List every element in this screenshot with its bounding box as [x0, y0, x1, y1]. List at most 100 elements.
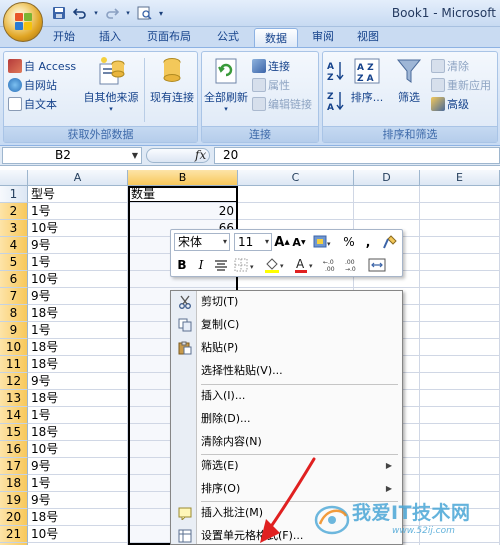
- refresh-all-button[interactable]: 全部刷新 ▾: [202, 56, 250, 113]
- office-button[interactable]: [3, 2, 43, 42]
- row-header[interactable]: 1: [0, 186, 28, 203]
- format-painter-icon[interactable]: [381, 233, 399, 251]
- cell-a-8[interactable]: 18号: [28, 305, 128, 322]
- row-header[interactable]: 19: [0, 492, 28, 509]
- cell-e-14[interactable]: [420, 407, 500, 424]
- row-header[interactable]: 15: [0, 424, 28, 441]
- fill-color-icon[interactable]: ▾: [263, 256, 289, 274]
- cell-a-15[interactable]: 18号: [28, 424, 128, 441]
- font-name-dropdown-icon[interactable]: ▾: [223, 234, 227, 250]
- cell-a-9[interactable]: 1号: [28, 322, 128, 339]
- cell-a-3[interactable]: 10号: [28, 220, 128, 237]
- merge-center-icon[interactable]: [367, 256, 387, 274]
- clear-filter-button[interactable]: 清除: [431, 58, 469, 74]
- row-header[interactable]: 10: [0, 339, 28, 356]
- bold-button[interactable]: B: [175, 256, 189, 274]
- grow-font-icon[interactable]: A ▲: [274, 233, 289, 251]
- cell-a-6[interactable]: 10号: [28, 271, 128, 288]
- cell-c-2[interactable]: [238, 203, 354, 220]
- cell-a-7[interactable]: 9号: [28, 288, 128, 305]
- sort-ascending-button[interactable]: AZ: [325, 60, 347, 85]
- row-header[interactable]: 11: [0, 356, 28, 373]
- cell-a-12[interactable]: 9号: [28, 373, 128, 390]
- row-header[interactable]: 16: [0, 441, 28, 458]
- cell-e-10[interactable]: [420, 339, 500, 356]
- undo-dropdown-icon[interactable]: ▾: [92, 5, 100, 22]
- tab-view[interactable]: 视图: [348, 27, 388, 47]
- cell-a-14[interactable]: 1号: [28, 407, 128, 424]
- cell-e-13[interactable]: [420, 390, 500, 407]
- cell-a-11[interactable]: 18号: [28, 356, 128, 373]
- cell-e-4[interactable]: [420, 237, 500, 254]
- comma-style-button[interactable]: ,: [363, 233, 373, 251]
- insert-function-button[interactable]: fx: [195, 148, 206, 162]
- cell-e-6[interactable]: [420, 271, 500, 288]
- from-other-sources-button[interactable]: 自其他来源 ▾: [82, 56, 140, 113]
- existing-connections-button[interactable]: 现有连接: [146, 56, 198, 105]
- undo-icon[interactable]: [71, 5, 89, 22]
- formula-input[interactable]: 20: [214, 147, 500, 164]
- row-header[interactable]: 20: [0, 509, 28, 526]
- tab-page-layout[interactable]: 页面布局: [138, 27, 200, 47]
- cell-e-11[interactable]: [420, 356, 500, 373]
- row-header[interactable]: 21: [0, 526, 28, 543]
- row-header[interactable]: 4: [0, 237, 28, 254]
- cell-e-12[interactable]: [420, 373, 500, 390]
- name-box-dropdown-icon[interactable]: ▼: [132, 148, 138, 163]
- cell-e-2[interactable]: [420, 203, 500, 220]
- cell-e-15[interactable]: [420, 424, 500, 441]
- print-preview-icon[interactable]: [135, 5, 153, 22]
- advanced-filter-button[interactable]: 高级: [431, 96, 469, 112]
- tab-review[interactable]: 审阅: [304, 27, 342, 47]
- cell-e-5[interactable]: [420, 254, 500, 271]
- properties-button[interactable]: 属性: [252, 77, 290, 93]
- cell-e-3[interactable]: [420, 220, 500, 237]
- cell-e-1[interactable]: [420, 186, 500, 203]
- cell-d-2[interactable]: [354, 203, 420, 220]
- cell-a-20[interactable]: 18号: [28, 509, 128, 526]
- shrink-font-icon[interactable]: A ▼: [292, 233, 306, 251]
- font-color-icon[interactable]: A ▾: [293, 256, 317, 274]
- cell-c-1[interactable]: [238, 186, 354, 203]
- decrease-decimal-icon[interactable]: .00 →.0: [345, 256, 365, 274]
- column-header-b[interactable]: B: [128, 170, 238, 186]
- row-header[interactable]: 5: [0, 254, 28, 271]
- row-header[interactable]: 13: [0, 390, 28, 407]
- row-header[interactable]: 7: [0, 288, 28, 305]
- font-size-dropdown-icon[interactable]: ▾: [265, 234, 269, 250]
- tab-formulas[interactable]: 公式: [208, 27, 248, 47]
- filter-button[interactable]: 筛选: [391, 56, 427, 105]
- cell-a-10[interactable]: 18号: [28, 339, 128, 356]
- font-size-box[interactable]: 11 ▾: [234, 233, 272, 251]
- redo-dropdown-icon[interactable]: ▾: [124, 5, 132, 22]
- cell-a-4[interactable]: 9号: [28, 237, 128, 254]
- from-text-button[interactable]: 自文本: [8, 96, 57, 112]
- cell-e-8[interactable]: [420, 305, 500, 322]
- tab-insert[interactable]: 插入: [90, 27, 130, 47]
- cell-e-17[interactable]: [420, 458, 500, 475]
- menu-item-paste[interactable]: 粘贴(P): [201, 337, 398, 359]
- customize-qat-icon[interactable]: ▾: [156, 5, 166, 22]
- reapply-button[interactable]: 重新应用: [431, 77, 491, 93]
- menu-item-clear-contents[interactable]: 清除内容(N): [201, 431, 398, 453]
- row-header[interactable]: 3: [0, 220, 28, 237]
- select-all-corner[interactable]: [0, 170, 28, 186]
- column-header-e[interactable]: E: [420, 170, 500, 186]
- sort-descending-button[interactable]: ZA: [325, 90, 347, 115]
- increase-decimal-icon[interactable]: ←.0.00: [323, 256, 343, 274]
- menu-item-delete[interactable]: 删除(D)...: [201, 408, 398, 430]
- cell-a-16[interactable]: 10号: [28, 441, 128, 458]
- from-access-button[interactable]: 自 Access: [8, 58, 76, 74]
- cell-a-19[interactable]: 9号: [28, 492, 128, 509]
- menu-item-cut[interactable]: 剪切(T): [201, 291, 398, 313]
- row-header[interactable]: 2: [0, 203, 28, 220]
- percent-style-button[interactable]: %: [343, 233, 355, 251]
- menu-item-paste-special[interactable]: 选择性粘贴(V)...: [201, 360, 398, 382]
- sort-button[interactable]: A ZZ A 排序...: [349, 56, 385, 105]
- cell-e-18[interactable]: [420, 475, 500, 492]
- edit-links-button[interactable]: 编辑链接: [252, 96, 312, 112]
- column-header-a[interactable]: A: [28, 170, 128, 186]
- connections-button[interactable]: 连接: [252, 58, 290, 74]
- cell-a-17[interactable]: 9号: [28, 458, 128, 475]
- cell-styles-icon[interactable]: ▾: [312, 233, 334, 251]
